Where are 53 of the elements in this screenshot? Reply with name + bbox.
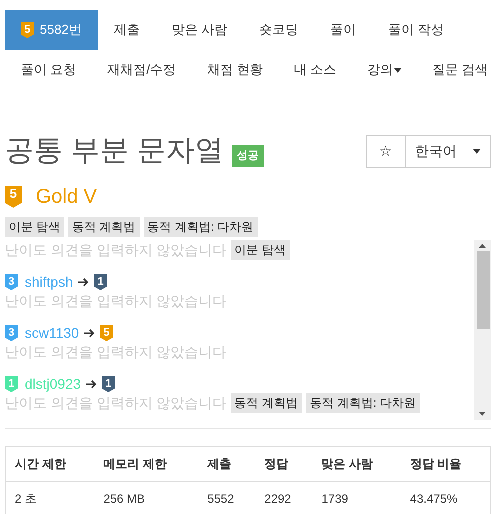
tier-badge: 3	[5, 324, 18, 342]
tier-badge: 1	[94, 274, 108, 290]
tab-label: 풀이 작성	[388, 21, 444, 40]
nav-tab[interactable]: 맞은 사람	[156, 10, 244, 50]
nav-link[interactable]: 풀이 요청	[21, 60, 77, 80]
arrow-icon	[84, 328, 96, 338]
tab-label: 숏코딩	[260, 21, 299, 40]
tier-badge: 1	[102, 376, 116, 392]
table-cell: 43.475%	[401, 482, 490, 514]
table-cell: 2 초	[6, 482, 95, 514]
table-cell: 256 MB	[94, 482, 199, 514]
table-cell: 1739	[312, 482, 402, 514]
tag[interactable]: 동적 계획법: 다차원	[144, 217, 258, 237]
column-header: 시간 제한	[6, 446, 95, 482]
tier-badge: 1	[5, 376, 18, 392]
nav-tab[interactable]: 풀이 작성	[372, 10, 460, 50]
scroll-down-icon[interactable]	[479, 412, 486, 416]
scrollbar[interactable]	[474, 240, 491, 420]
nav-tab[interactable]: 풀이	[314, 10, 373, 50]
tier-badge: 5	[5, 186, 22, 208]
table-cell: 5552	[198, 482, 256, 514]
table-cell: 2292	[256, 482, 313, 514]
tier-badge: 3	[5, 274, 18, 290]
tab-label: 맞은 사람	[172, 21, 228, 40]
column-header: 제출	[198, 446, 256, 482]
problem-title: 공통 부분 문자열	[5, 134, 224, 168]
nav-link[interactable]: 재채점/수정	[108, 60, 176, 80]
tier-badge: 5	[21, 22, 34, 38]
nav-tab[interactable]: 5 5582번	[5, 10, 98, 50]
nav-link[interactable]: 채점 현황	[207, 60, 263, 80]
arrow-icon	[86, 380, 98, 388]
scroll-up-icon[interactable]	[479, 244, 486, 248]
arrow-icon	[78, 278, 90, 286]
tag[interactable]: 이분 탐색	[5, 217, 64, 237]
tab-label: 5582번	[40, 21, 82, 40]
nav-link[interactable]: 질문 검색	[432, 60, 488, 80]
tier-badge: 5	[100, 324, 114, 342]
column-header: 정답	[256, 446, 313, 482]
nav-tab[interactable]: 제출	[98, 10, 156, 50]
nav-tab[interactable]: 숏코딩	[244, 10, 315, 50]
column-header: 메모리 제한	[94, 446, 199, 482]
tag[interactable]: 이분 탐색	[230, 240, 290, 260]
tab-label: 풀이	[330, 21, 357, 40]
column-header: 정답 비율	[401, 446, 490, 482]
column-header: 맞은 사람	[312, 446, 402, 482]
tier-name: Gold V	[36, 185, 98, 210]
tag[interactable]: 동적 계획법: 다차원	[306, 393, 420, 413]
result-label: 성공	[232, 144, 264, 167]
nav-link[interactable]: 강의	[368, 60, 402, 80]
tab-label: 제출	[114, 21, 140, 40]
tag[interactable]: 동적 계획법	[230, 393, 302, 413]
tag[interactable]: 동적 계획법	[68, 217, 140, 237]
nav-link[interactable]: 내 소스	[294, 60, 336, 80]
